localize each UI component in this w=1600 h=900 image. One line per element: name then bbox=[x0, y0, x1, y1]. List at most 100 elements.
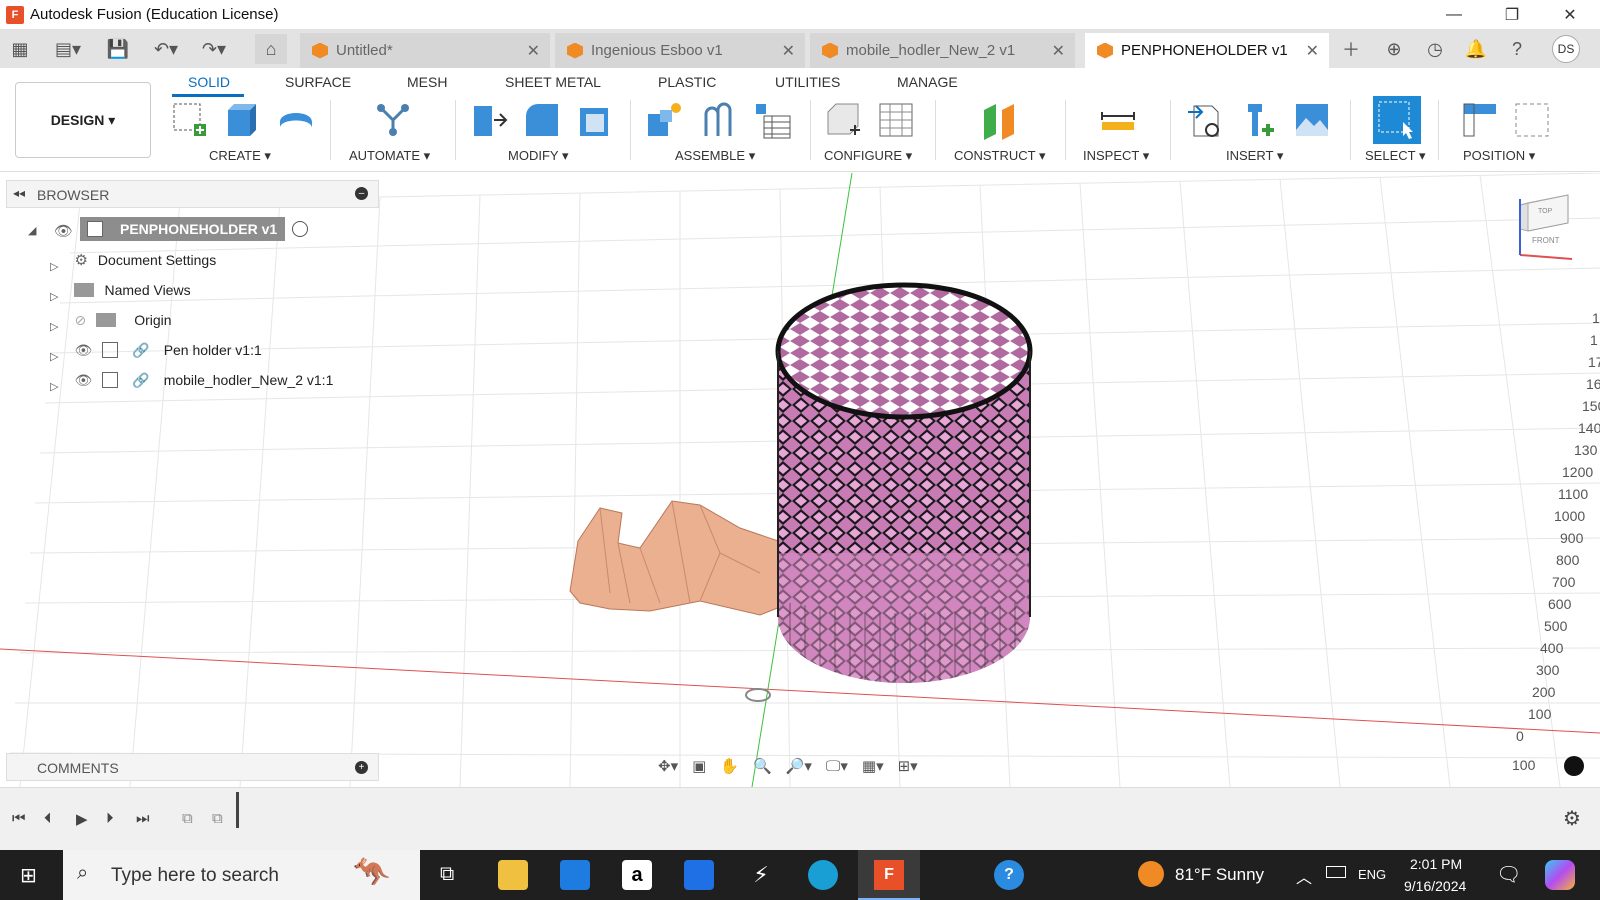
tab-solid[interactable]: SOLID bbox=[188, 74, 230, 90]
minimize-button[interactable]: — bbox=[1425, 0, 1483, 29]
file-menu-icon[interactable]: ▤▾ bbox=[50, 34, 86, 64]
zoom-icon[interactable]: 🔍 bbox=[753, 757, 772, 775]
user-avatar[interactable]: DS bbox=[1552, 35, 1580, 63]
tab-utilities[interactable]: UTILITIES bbox=[775, 74, 840, 90]
origin-marker[interactable] bbox=[745, 688, 771, 702]
edge-browser-icon[interactable] bbox=[808, 860, 838, 890]
create-menu[interactable]: CREATE ▾ bbox=[209, 148, 271, 164]
weather-text[interactable]: 81°F Sunny bbox=[1175, 865, 1264, 885]
canvas-viewport[interactable]: 1 1 17 16 150 140 130 1200 1100 1000 900… bbox=[0, 173, 1600, 787]
tree-item-origin[interactable]: ▷ ⊘ Origin bbox=[44, 307, 172, 333]
joint-icon[interactable] bbox=[698, 100, 738, 140]
create-sketch-icon[interactable] bbox=[170, 100, 210, 140]
tab-plastic[interactable]: PLASTIC bbox=[658, 74, 716, 90]
automate-icon[interactable] bbox=[373, 100, 413, 140]
play-icon[interactable]: ▶ bbox=[76, 810, 88, 828]
collapse-root-icon[interactable]: ◢ bbox=[28, 224, 36, 237]
app-grid-icon[interactable]: ▦ bbox=[6, 34, 34, 64]
close-tab-icon[interactable]: ✕ bbox=[782, 41, 795, 61]
close-tab-icon[interactable]: ✕ bbox=[1052, 41, 1065, 61]
save-icon[interactable]: 💾 bbox=[104, 34, 132, 64]
select-icon[interactable] bbox=[1373, 96, 1421, 144]
orbit-icon[interactable]: ✥▾ bbox=[658, 757, 678, 775]
offset-plane-icon[interactable] bbox=[980, 100, 1020, 140]
close-tab-icon[interactable]: ✕ bbox=[527, 41, 540, 61]
restore-button[interactable]: ❐ bbox=[1483, 0, 1541, 29]
clock-date[interactable]: 9/16/2024 bbox=[1404, 878, 1466, 894]
insert-menu[interactable]: INSERT ▾ bbox=[1226, 148, 1283, 164]
help-icon[interactable]: ? bbox=[1503, 34, 1531, 64]
get-help-icon[interactable]: ? bbox=[994, 860, 1024, 890]
configure-icon[interactable] bbox=[822, 100, 862, 140]
insert-derive-icon[interactable] bbox=[1186, 100, 1226, 140]
tab-sheet-metal[interactable]: SHEET METAL bbox=[505, 74, 601, 90]
grid-settings-icon[interactable]: ▦▾ bbox=[862, 757, 884, 775]
expand-icon[interactable]: ▷ bbox=[50, 380, 58, 393]
tree-item-document-settings[interactable]: ▷ ⚙ Document Settings bbox=[44, 247, 216, 273]
pen-app-icon[interactable]: ⚡ bbox=[746, 860, 776, 890]
expand-icon[interactable]: ▷ bbox=[50, 290, 58, 303]
tab-untitled[interactable]: Untitled* ✕ bbox=[300, 33, 550, 68]
clock-time[interactable]: 2:01 PM bbox=[1410, 856, 1462, 872]
shell-icon[interactable] bbox=[576, 100, 616, 140]
phone-holder-body[interactable] bbox=[569, 500, 791, 616]
automate-menu[interactable]: AUTOMATE ▾ bbox=[349, 148, 430, 164]
assemble-menu[interactable]: ASSEMBLE ▾ bbox=[675, 148, 755, 164]
timeline-marker[interactable] bbox=[236, 792, 239, 828]
position-capture-icon[interactable] bbox=[1460, 100, 1500, 140]
battery-icon[interactable] bbox=[1326, 866, 1346, 878]
mail-icon[interactable] bbox=[560, 860, 590, 890]
view-cube[interactable]: TOP FRONT bbox=[1519, 194, 1573, 260]
workspace-dropdown[interactable]: DESIGN ▾ bbox=[15, 82, 151, 158]
windows-start-icon[interactable]: ⊞ bbox=[20, 863, 37, 888]
position-menu[interactable]: POSITION ▾ bbox=[1463, 148, 1535, 164]
tab-ingenious-esboo[interactable]: Ingenious Esboo v1 ✕ bbox=[555, 33, 805, 68]
taskbar-search-box[interactable]: ⌕ Type here to search 🦘 bbox=[63, 850, 420, 900]
tree-item-pen-holder[interactable]: ▷ 👁 🔗 Pen holder v1:1 bbox=[44, 337, 262, 363]
step-back-icon[interactable]: ⏴ bbox=[44, 810, 52, 827]
revolve-icon[interactable] bbox=[276, 100, 316, 140]
modify-menu[interactable]: MODIFY ▾ bbox=[508, 148, 568, 164]
position-revert-icon[interactable] bbox=[1512, 100, 1552, 140]
configure-menu[interactable]: CONFIGURE ▾ bbox=[824, 148, 912, 164]
pan-icon[interactable]: ✋ bbox=[720, 757, 739, 775]
viewports-icon[interactable]: ⊞▾ bbox=[898, 757, 918, 775]
press-pull-icon[interactable] bbox=[470, 100, 510, 140]
fillet-icon[interactable] bbox=[522, 100, 562, 140]
insert-canvas-icon[interactable] bbox=[1292, 100, 1332, 140]
notifications-icon[interactable]: 🔔 bbox=[1462, 34, 1490, 64]
view-cube-top[interactable]: TOP bbox=[1538, 208, 1553, 215]
fusion-taskbar-button[interactable]: F bbox=[858, 850, 920, 900]
extensions-icon[interactable]: ⊕ bbox=[1380, 34, 1408, 64]
zoom-window-icon[interactable]: 🔎▾ bbox=[786, 757, 812, 775]
redo-icon[interactable]: ↷▾ bbox=[194, 34, 234, 64]
visibility-eye-icon[interactable]: 👁 bbox=[74, 342, 92, 359]
visibility-eye-icon[interactable]: 👁 bbox=[54, 222, 73, 240]
tab-manage[interactable]: MANAGE bbox=[897, 74, 958, 90]
tree-item-mobile-hodler[interactable]: ▷ 👁 🔗 mobile_hodler_New_2 v1:1 bbox=[44, 367, 333, 393]
go-to-end-icon[interactable]: ⏭ bbox=[136, 810, 150, 827]
measure-icon[interactable] bbox=[1098, 100, 1138, 140]
expand-icon[interactable]: ▷ bbox=[50, 320, 58, 333]
bill-of-materials-icon[interactable] bbox=[752, 100, 792, 140]
undo-icon[interactable]: ↶▾ bbox=[146, 34, 186, 64]
extrude-icon[interactable] bbox=[222, 100, 262, 140]
tree-root[interactable]: PENPHONEHOLDER v1 bbox=[80, 217, 285, 241]
close-button[interactable]: ✕ bbox=[1541, 0, 1599, 29]
job-status-icon[interactable]: ◷ bbox=[1421, 34, 1449, 64]
show-hidden-icons-icon[interactable]: ︿ bbox=[1296, 864, 1312, 888]
task-view-icon[interactable]: ⧉ bbox=[440, 863, 454, 886]
timeline-settings-gear-icon[interactable]: ⚙ bbox=[1563, 806, 1581, 831]
tree-item-named-views[interactable]: ▷ Named Views bbox=[44, 277, 191, 303]
amazon-icon[interactable]: a bbox=[622, 860, 652, 890]
select-menu[interactable]: SELECT ▾ bbox=[1365, 148, 1425, 164]
model-canvas[interactable]: 1 1 17 16 150 140 130 1200 1100 1000 900… bbox=[0, 173, 1600, 787]
visibility-eye-icon[interactable]: 👁 bbox=[74, 372, 92, 389]
close-tab-icon[interactable]: ✕ bbox=[1306, 41, 1319, 61]
collapse-panel-icon[interactable]: ◂◂ bbox=[13, 186, 25, 200]
insert-mcmaster-icon[interactable] bbox=[1240, 100, 1280, 140]
language-indicator[interactable]: ENG bbox=[1358, 867, 1386, 882]
new-tab-icon[interactable]: ＋ bbox=[1337, 34, 1365, 64]
timeline-feature-icon[interactable]: ⧉ bbox=[212, 810, 223, 827]
navigation-bar-icon[interactable] bbox=[1564, 756, 1584, 776]
